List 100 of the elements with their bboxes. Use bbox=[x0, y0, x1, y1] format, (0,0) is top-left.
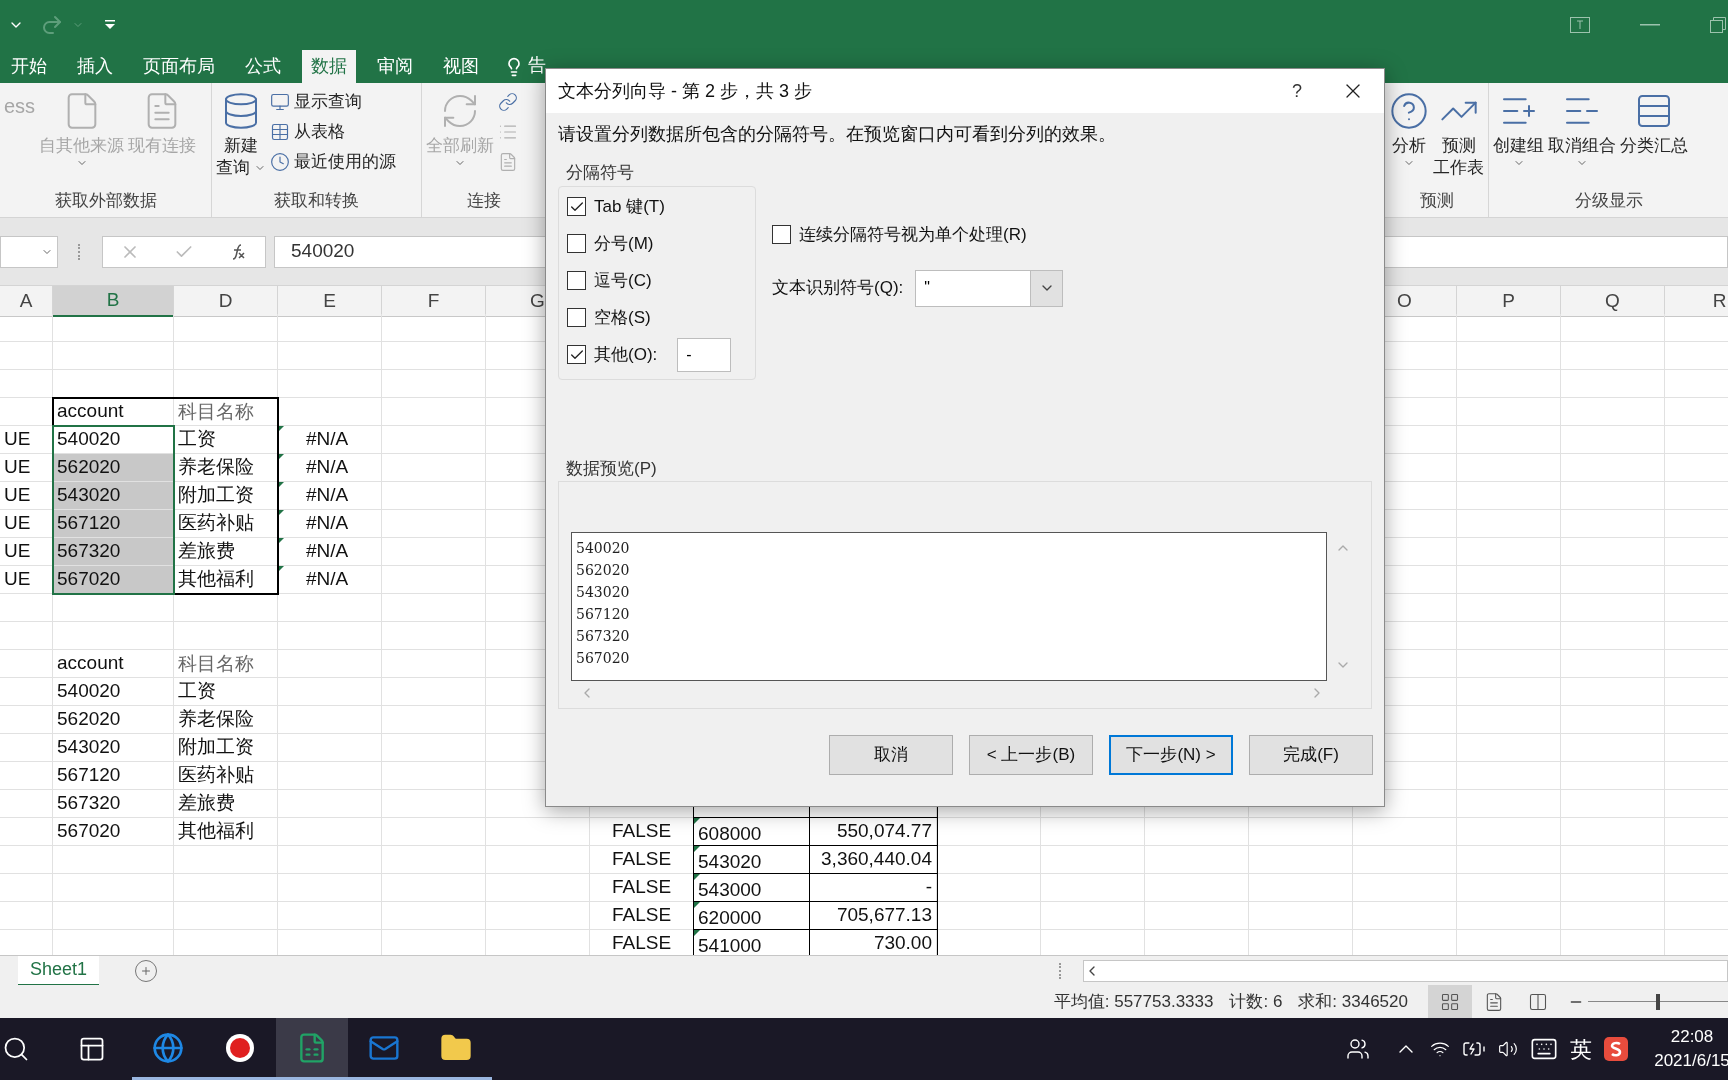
average-value: 平均值: 557753.3333 bbox=[1053, 990, 1214, 1013]
dialog-button[interactable]: 取消 bbox=[829, 735, 953, 775]
boolean-value: FALSE bbox=[610, 847, 673, 872]
ribbon-button[interactable]: 分析 bbox=[1389, 87, 1429, 169]
error-value: #N/A bbox=[305, 483, 350, 508]
dialog-button[interactable]: 完成(F) bbox=[1249, 735, 1373, 775]
horizontal-scrollbar[interactable] bbox=[1083, 959, 1728, 982]
group-label: 获取外部数据 bbox=[53, 189, 158, 212]
dialog-button[interactable]: 下一步(N) > bbox=[1109, 735, 1233, 775]
account-number: 567320 bbox=[56, 791, 122, 816]
ribbon-button[interactable]: 取消组合 bbox=[1548, 87, 1616, 169]
column-header[interactable]: E bbox=[278, 286, 382, 317]
people-icon[interactable] bbox=[1346, 1037, 1370, 1061]
account-name: 其他福利 bbox=[177, 567, 255, 592]
column-header[interactable]: Q bbox=[1561, 286, 1665, 317]
ribbon-tab[interactable]: 插入 bbox=[68, 50, 122, 83]
group-legend: 数据预览(P) bbox=[546, 455, 1384, 481]
column-header[interactable]: D bbox=[174, 286, 278, 317]
ribbon-tab[interactable]: 开始 bbox=[2, 50, 56, 83]
checkbox[interactable] bbox=[567, 271, 586, 290]
account-number: 543020 bbox=[53, 482, 173, 509]
ribbon-button[interactable]: 最近使用的源 bbox=[270, 147, 396, 177]
checkbox[interactable] bbox=[772, 225, 791, 245]
ribbon-button[interactable]: 预测 工作表 bbox=[1433, 87, 1484, 179]
ribbon-icon bbox=[270, 92, 290, 112]
checkbox-label[interactable]: 连续分隔符号视为单个处理(R) bbox=[799, 222, 1027, 248]
boolean-value: FALSE bbox=[610, 875, 673, 900]
account-number: 567120 bbox=[56, 763, 122, 788]
plus-icon bbox=[140, 964, 153, 977]
clock-time[interactable]: 22:08 bbox=[1670, 1025, 1714, 1049]
other-delimiter-field[interactable]: - bbox=[677, 337, 732, 372]
checkbox-label[interactable]: 分号(M) bbox=[594, 230, 654, 257]
group-legend: 分隔符号 bbox=[558, 160, 756, 186]
account-name: 其他福利 bbox=[177, 819, 255, 844]
code-value: 543000 bbox=[697, 878, 763, 901]
help-button[interactable]: ? bbox=[1272, 69, 1322, 113]
ribbon-tab[interactable]: 审阅 bbox=[368, 50, 422, 83]
volume-icon[interactable] bbox=[1498, 1039, 1518, 1059]
truncated-value: UE bbox=[3, 567, 32, 592]
tell-me-text[interactable]: 告 bbox=[528, 52, 546, 79]
ribbon-display-icon[interactable] bbox=[1570, 17, 1590, 33]
input-method-indicator[interactable]: 英 bbox=[1570, 1032, 1592, 1066]
preview-line: 567020 bbox=[576, 649, 631, 668]
customize-toolbar-icon[interactable] bbox=[104, 19, 116, 31]
page-icon bbox=[1484, 991, 1504, 1012]
input-app-icon[interactable] bbox=[1604, 1037, 1628, 1061]
checkbox-label[interactable]: Tab 键(T) bbox=[594, 193, 665, 220]
group-label: 获取和转换 bbox=[273, 189, 360, 212]
preview-line: 567120 bbox=[576, 605, 631, 624]
view-button[interactable] bbox=[1428, 985, 1472, 1018]
account-name: 医药补贴 bbox=[177, 763, 255, 788]
code-value: 608000 bbox=[697, 822, 763, 845]
column-header[interactable]: B bbox=[53, 286, 174, 317]
error-value: #N/A bbox=[305, 539, 350, 564]
code-value: 543020 bbox=[697, 850, 763, 873]
ribbon-tab[interactable]: 页面布局 bbox=[134, 50, 224, 83]
account-number: 567320 bbox=[53, 538, 173, 565]
qualifier-dropdown[interactable]: " bbox=[915, 269, 1064, 307]
checkbox[interactable] bbox=[567, 234, 586, 253]
account-name: 工资 bbox=[177, 679, 217, 704]
amount-value: 705,677.13 bbox=[835, 903, 933, 928]
checkbox[interactable] bbox=[567, 308, 586, 327]
account-number: 567120 bbox=[53, 510, 173, 537]
ribbon-icon bbox=[270, 152, 290, 172]
group-label: 分级显示 bbox=[1573, 189, 1644, 212]
truncated-value: UE bbox=[3, 539, 32, 564]
ribbon-button[interactable]: 创建组 bbox=[1493, 87, 1544, 169]
ribbon-tab[interactable]: 公式 bbox=[236, 50, 290, 83]
ribbon-icon bbox=[498, 152, 518, 172]
boolean-value: FALSE bbox=[610, 903, 673, 928]
checkbox[interactable] bbox=[567, 345, 586, 364]
dialog-button[interactable]: < 上一步(B) bbox=[969, 735, 1093, 775]
search-icon[interactable] bbox=[2, 1035, 30, 1063]
truncated-value: UE bbox=[3, 483, 32, 508]
checkbox-label[interactable]: 空格(S) bbox=[594, 304, 651, 331]
ribbon-tab[interactable]: 数据 bbox=[302, 50, 356, 83]
column-header[interactable]: P bbox=[1457, 286, 1561, 317]
account-name: 养老保险 bbox=[177, 455, 255, 480]
checkbox-label[interactable]: 逗号(C) bbox=[594, 267, 652, 294]
dialog-title: 文本分列向导 - 第 2 步，共 3 步 bbox=[558, 79, 814, 103]
account-name: 医药补贴 bbox=[177, 511, 255, 536]
sheet-tab[interactable]: Sheet1 bbox=[18, 955, 100, 986]
account-number: 567020 bbox=[53, 566, 173, 593]
ribbon-button[interactable]: 新建 查询 bbox=[216, 87, 266, 179]
column-header[interactable]: A bbox=[0, 286, 53, 317]
column-heading: account bbox=[56, 651, 125, 676]
checkbox[interactable] bbox=[567, 197, 586, 216]
ribbon-tab[interactable]: 视图 bbox=[434, 50, 488, 83]
zoom-slider-thumb[interactable] bbox=[1656, 993, 1660, 1010]
task-view-icon[interactable] bbox=[78, 1035, 106, 1063]
ribbon-button[interactable]: 分类汇总 bbox=[1620, 87, 1688, 157]
ribbon-button[interactable]: 显示查询 bbox=[270, 87, 396, 117]
account-number: 562020 bbox=[56, 707, 122, 732]
grip-icon bbox=[78, 243, 82, 260]
amount-value: - bbox=[924, 875, 933, 900]
error-value: #N/A bbox=[305, 511, 350, 536]
checkbox-label[interactable]: 其他(O): bbox=[594, 341, 658, 368]
column-header[interactable]: F bbox=[382, 286, 486, 317]
ribbon-button[interactable]: 从表格 bbox=[270, 117, 396, 147]
restore-icon[interactable] bbox=[1710, 17, 1726, 33]
